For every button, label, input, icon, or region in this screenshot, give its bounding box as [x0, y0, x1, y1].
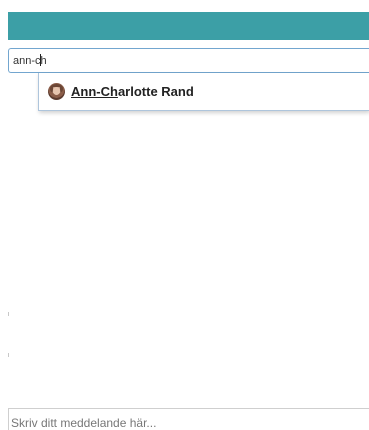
message-composer — [8, 408, 369, 430]
suggestion-name-match: Ann-Ch — [71, 84, 118, 99]
suggestion-name-rest: arlotte Rand — [117, 84, 194, 99]
suggestion-name: Ann-Charlotte Rand — [71, 84, 194, 99]
app-frame: Ann-Charlotte Rand — [0, 0, 369, 430]
message-input[interactable] — [9, 409, 369, 430]
header-bar — [8, 12, 369, 40]
divider-tick — [8, 353, 9, 357]
recipient-search-input[interactable] — [8, 48, 369, 73]
divider-tick — [8, 312, 9, 316]
text-caret — [40, 54, 41, 66]
suggestion-item[interactable]: Ann-Charlotte Rand — [39, 73, 369, 110]
autocomplete-dropdown: Ann-Charlotte Rand — [38, 73, 369, 111]
user-photo-icon — [48, 83, 65, 100]
